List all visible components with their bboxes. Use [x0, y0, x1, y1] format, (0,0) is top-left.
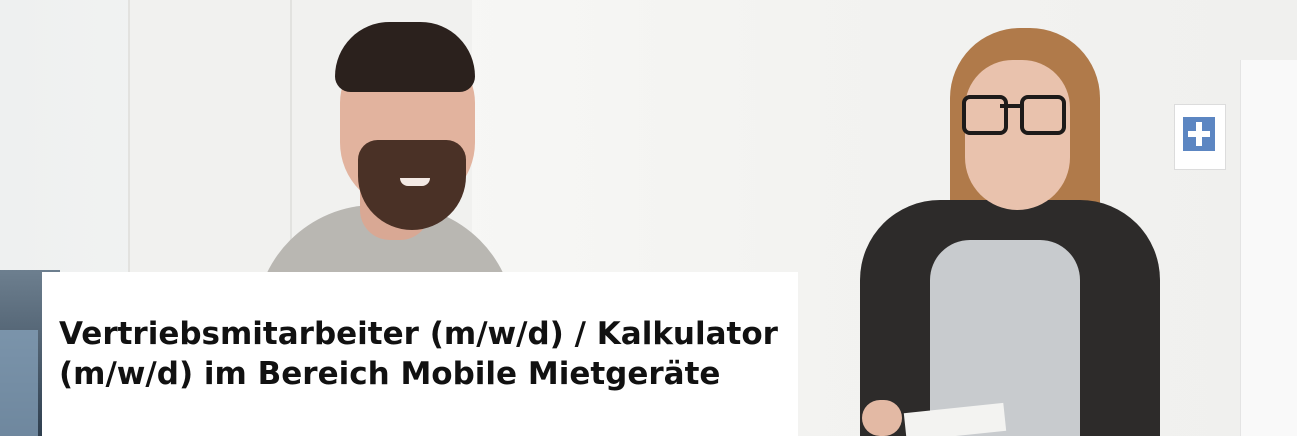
job-title-card: Vertriebsmitarbeiter (m/w/d) / Kalkulato… [42, 272, 798, 436]
wall-panel [128, 0, 290, 300]
medical-cross-sign-icon [1174, 104, 1226, 170]
hero-banner: Vertriebsmitarbeiter (m/w/d) / Kalkulato… [0, 0, 1297, 436]
background-object [0, 330, 38, 436]
job-title: Vertriebsmitarbeiter (m/w/d) / Kalkulato… [59, 316, 778, 392]
wall-paper [1240, 60, 1297, 436]
